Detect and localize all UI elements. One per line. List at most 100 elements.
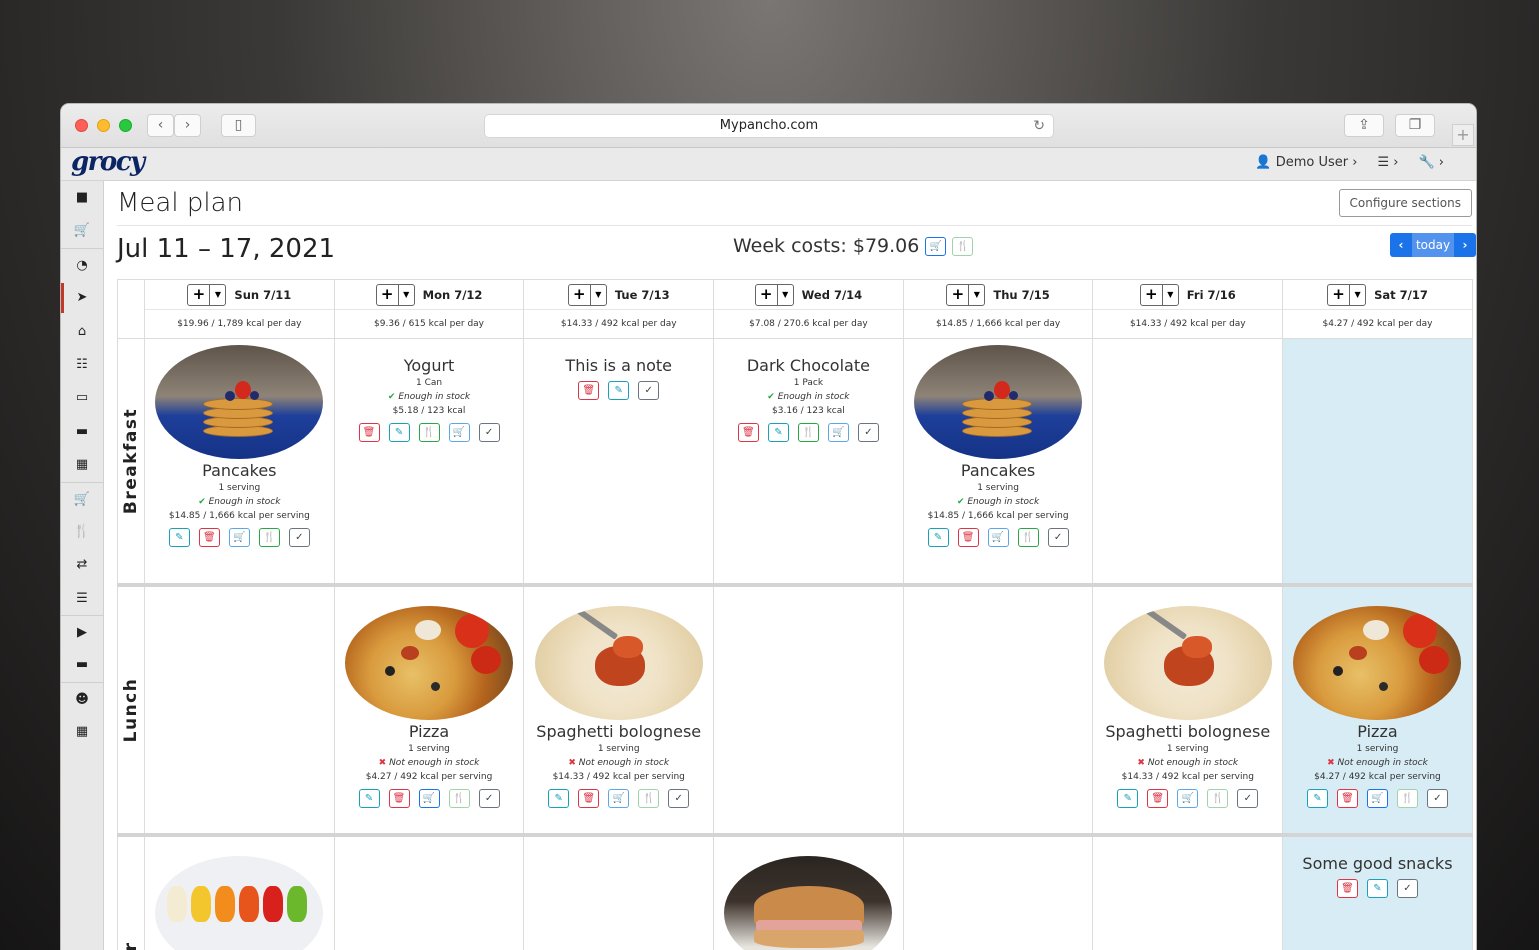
edit-icon[interactable]: ✎ <box>767 423 789 442</box>
done-check-icon[interactable]: ✓ <box>1426 789 1448 808</box>
close-window-button[interactable] <box>75 119 88 132</box>
meal-plan-icon[interactable]: ➤ <box>61 281 103 314</box>
edit-icon[interactable]: ✎ <box>927 528 949 547</box>
recipes-icon[interactable]: ◔ <box>61 247 103 281</box>
add-meal-button[interactable]: + ▼ <box>754 283 794 306</box>
consume-icon[interactable]: 🍴 <box>418 423 440 442</box>
done-check-icon[interactable]: ✓ <box>1047 528 1069 547</box>
add-meal-button[interactable]: + ▼ <box>375 283 415 306</box>
add-meal-button[interactable]: + ▼ <box>1327 283 1367 306</box>
done-check-icon[interactable]: ✓ <box>668 789 690 808</box>
shopping-cart-icon[interactable]: 🛒 <box>228 528 250 547</box>
chevron-down-icon[interactable]: ▼ <box>1163 285 1178 305</box>
delete-icon[interactable]: 🗑 <box>737 423 759 442</box>
shopping-cart-icon[interactable]: 🛒 <box>987 528 1009 547</box>
forward-icon[interactable]: › <box>174 114 201 137</box>
userentity-icon[interactable]: ☻ <box>61 681 103 715</box>
delete-icon[interactable]: 🗑 <box>1336 879 1358 898</box>
consume-icon[interactable]: 🍴 <box>448 789 470 808</box>
new-tab-button[interactable]: + <box>1452 124 1474 146</box>
share-icon[interactable]: ⇪ <box>1344 114 1384 137</box>
shopping-cart-icon[interactable]: 🛒 <box>448 423 470 442</box>
chevron-down-icon[interactable]: ▼ <box>778 285 793 305</box>
done-check-icon[interactable]: ✓ <box>1237 789 1259 808</box>
delete-icon[interactable]: 🗑 <box>1336 789 1358 808</box>
week-shopping-cart-icon[interactable]: 🛒 <box>925 236 947 256</box>
wrench-menu-icon[interactable]: 🔧 › <box>1418 155 1444 170</box>
done-check-icon[interactable]: ✓ <box>857 423 879 442</box>
shopping-cart-icon[interactable]: 🛒 <box>1366 789 1388 808</box>
delete-icon[interactable]: 🗑 <box>1147 789 1169 808</box>
edit-icon[interactable]: ✎ <box>168 528 190 547</box>
done-check-icon[interactable]: ✓ <box>1396 879 1418 898</box>
delete-icon[interactable]: 🗑 <box>358 423 380 442</box>
consume-icon[interactable]: 🍴 <box>1396 789 1418 808</box>
settings-menu-icon[interactable]: ☰ › <box>1377 155 1398 170</box>
week-consume-icon[interactable]: 🍴 <box>952 236 974 256</box>
consume-icon[interactable]: 🍴 <box>61 515 103 548</box>
done-check-icon[interactable]: ✓ <box>288 528 310 547</box>
done-check-icon[interactable]: ✓ <box>478 423 500 442</box>
delete-icon[interactable]: 🗑 <box>578 789 600 808</box>
transfer-icon[interactable]: ⇄ <box>61 548 103 581</box>
note-text: Some good snacks <box>1302 854 1453 873</box>
stock-overview-icon[interactable]: ■ <box>61 181 103 214</box>
tabs-overview-icon[interactable]: ❐ <box>1395 114 1435 137</box>
batteries-icon[interactable]: ▭ <box>61 381 103 414</box>
chevron-down-icon[interactable]: ▼ <box>210 285 225 305</box>
edit-icon[interactable]: ✎ <box>548 789 570 808</box>
master-data-icon[interactable]: ▦ <box>61 715 103 748</box>
add-meal-button[interactable]: + ▼ <box>946 283 986 306</box>
edit-icon[interactable]: ✎ <box>608 381 630 400</box>
edit-icon[interactable]: ✎ <box>1117 789 1139 808</box>
consume-icon[interactable]: 🍴 <box>258 528 280 547</box>
battery-charge-icon[interactable]: ▬ <box>61 648 103 681</box>
consume-icon[interactable]: 🍴 <box>638 789 660 808</box>
edit-icon[interactable]: ✎ <box>1366 879 1388 898</box>
prev-week-button[interactable]: ‹ <box>1390 233 1412 257</box>
consume-icon[interactable]: 🍴 <box>1017 528 1039 547</box>
done-check-icon[interactable]: ✓ <box>638 381 660 400</box>
delete-icon[interactable]: 🗑 <box>957 528 979 547</box>
chevron-down-icon[interactable]: ▼ <box>591 285 606 305</box>
add-meal-button[interactable]: + ▼ <box>567 283 607 306</box>
consume-icon[interactable]: 🍴 <box>797 423 819 442</box>
shopping-cart-icon[interactable]: 🛒 <box>608 789 630 808</box>
add-meal-button[interactable]: + ▼ <box>1139 283 1179 306</box>
done-check-icon[interactable]: ✓ <box>478 789 500 808</box>
consume-icon[interactable]: 🍴 <box>1207 789 1229 808</box>
user-menu[interactable]: 👤 Demo User › <box>1255 155 1357 170</box>
today-button[interactable]: today <box>1412 233 1454 257</box>
edit-icon[interactable]: ✎ <box>1306 789 1328 808</box>
add-meal-button[interactable]: + ▼ <box>187 283 227 306</box>
delete-icon[interactable]: 🗑 <box>578 381 600 400</box>
chevron-down-icon[interactable]: ▼ <box>1350 285 1365 305</box>
edit-icon[interactable]: ✎ <box>388 423 410 442</box>
sidebar-toggle-icon[interactable]: ▯ <box>221 114 256 137</box>
chevron-down-icon[interactable]: ▼ <box>399 285 414 305</box>
inventory-icon[interactable]: ☰ <box>61 582 103 615</box>
delete-icon[interactable]: 🗑 <box>198 528 220 547</box>
back-icon[interactable]: ‹ <box>147 114 174 137</box>
chevron-down-icon[interactable]: ▼ <box>969 285 984 305</box>
maximize-window-button[interactable] <box>119 119 132 132</box>
shopping-list-icon[interactable]: 🛒 <box>61 214 103 247</box>
chore-execute-icon[interactable]: ▶ <box>61 615 103 648</box>
delete-icon[interactable]: 🗑 <box>388 789 410 808</box>
grocy-logo[interactable]: grocy <box>71 147 145 177</box>
spaghetti-image <box>1103 606 1272 720</box>
shopping-cart-icon[interactable]: 🛒 <box>418 789 440 808</box>
chores-icon[interactable]: ⌂ <box>61 315 103 348</box>
purchase-icon[interactable]: 🛒 <box>61 481 103 515</box>
next-week-button[interactable]: › <box>1454 233 1476 257</box>
tasks-icon[interactable]: ☷ <box>61 348 103 381</box>
calendar-icon[interactable]: ▦ <box>61 448 103 481</box>
minimize-window-button[interactable] <box>97 119 110 132</box>
shopping-cart-icon[interactable]: 🛒 <box>1177 789 1199 808</box>
address-bar[interactable]: Mypancho.com ↻ <box>484 114 1054 138</box>
configure-sections-button[interactable]: Configure sections <box>1338 189 1472 217</box>
equipment-icon[interactable]: ▬ <box>61 415 103 448</box>
reload-icon[interactable]: ↻ <box>1033 115 1045 137</box>
edit-icon[interactable]: ✎ <box>358 789 380 808</box>
shopping-cart-icon[interactable]: 🛒 <box>827 423 849 442</box>
